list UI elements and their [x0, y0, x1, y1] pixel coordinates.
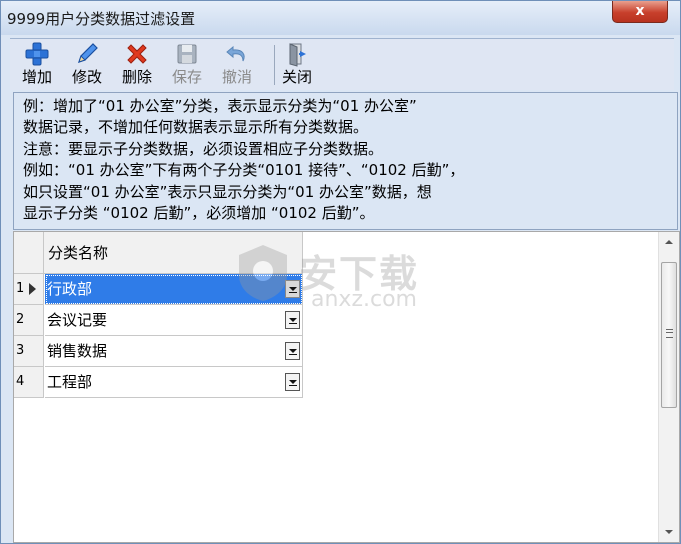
category-value: 销售数据	[47, 342, 108, 360]
dropdown-arrow-icon[interactable]	[285, 342, 300, 360]
category-value: 行政部	[47, 280, 93, 298]
grid-corner-cell[interactable]	[14, 232, 44, 274]
delete-button-label: 删除	[121, 68, 152, 86]
info-panel: 例：增加了“01 办公室”分类，表示显示分类为“01 办公室” 数据记录，不增加…	[13, 92, 678, 230]
row-indicator[interactable]: 1	[14, 274, 44, 305]
pencil-icon	[78, 43, 98, 63]
info-line: 数据记录，不增加任何数据表示显示所有分类数据。	[23, 118, 369, 137]
category-cell[interactable]: 销售数据	[45, 336, 303, 367]
table-row[interactable]: 4 工程部	[14, 367, 303, 398]
info-line: 注意：要显示子分类数据，必须设置相应子分类数据。	[23, 139, 384, 158]
window-title: 9999用户分类数据过滤设置	[7, 10, 196, 28]
add-button[interactable]: 增加	[14, 41, 60, 89]
undo-button[interactable]: 撤消	[214, 41, 260, 89]
close-button-label: 关闭	[281, 68, 312, 86]
add-button-label: 增加	[21, 68, 52, 86]
dropdown-arrow-icon[interactable]	[285, 373, 300, 391]
category-value: 工程部	[47, 373, 93, 391]
delete-button[interactable]: 删除	[114, 41, 160, 89]
undo-icon	[226, 45, 245, 62]
save-button[interactable]: 保存	[164, 41, 210, 89]
info-line: 显示子分类 “0102 后勤”，必须增加 “0102 后勤”。	[23, 204, 375, 223]
info-line: 例：增加了“01 办公室”分类，表示显示分类为“01 办公室”	[23, 97, 417, 115]
watermark-domain: anxz.com	[311, 287, 417, 312]
scroll-up-arrow-icon[interactable]	[659, 232, 679, 252]
table-row[interactable]: 3 销售数据	[14, 336, 303, 367]
row-number: 1	[16, 281, 25, 296]
watermark: 安下载 anxz.com	[231, 237, 451, 317]
close-button[interactable]: 关闭	[274, 41, 320, 89]
plus-icon	[25, 42, 49, 66]
row-indicator[interactable]: 3	[14, 336, 44, 367]
dialog-window: 9999用户分类数据过滤设置 x 增加 修改 删除 保存 撤消 关闭 例：增加了…	[0, 0, 681, 544]
floppy-disk-icon	[177, 44, 197, 64]
info-line: 如只设置“01 办公室”表示只显示分类为“01 办公室”数据，想	[23, 182, 432, 201]
close-window-button[interactable]: x	[612, 1, 668, 23]
current-row-arrow-icon	[29, 283, 36, 295]
row-number: 2	[16, 312, 25, 327]
scroll-thumb[interactable]	[661, 262, 677, 408]
toolbar: 增加 修改 删除 保存 撤消 关闭	[10, 38, 674, 90]
scroll-down-arrow-icon[interactable]	[659, 522, 679, 542]
delete-x-icon	[127, 44, 147, 64]
exit-door-icon	[289, 43, 306, 67]
undo-button-label: 撤消	[221, 68, 252, 86]
info-line: 例如：“01 办公室”下有两个子分类“0101 接待”、“0102 后勤”，	[23, 161, 465, 180]
save-button-label: 保存	[171, 68, 202, 86]
category-cell[interactable]: 工程部	[45, 367, 303, 398]
category-value: 会议记要	[47, 311, 108, 329]
row-indicator[interactable]: 4	[14, 367, 44, 398]
row-number: 3	[16, 343, 25, 358]
modify-button-label: 修改	[71, 68, 102, 86]
vertical-scrollbar[interactable]	[658, 232, 679, 542]
title-bar[interactable]: 9999用户分类数据过滤设置 x	[1, 1, 680, 35]
modify-button[interactable]: 修改	[64, 41, 110, 89]
row-indicator[interactable]: 2	[14, 305, 44, 336]
watermark-shield-logo	[239, 245, 287, 301]
row-number: 4	[16, 374, 25, 389]
